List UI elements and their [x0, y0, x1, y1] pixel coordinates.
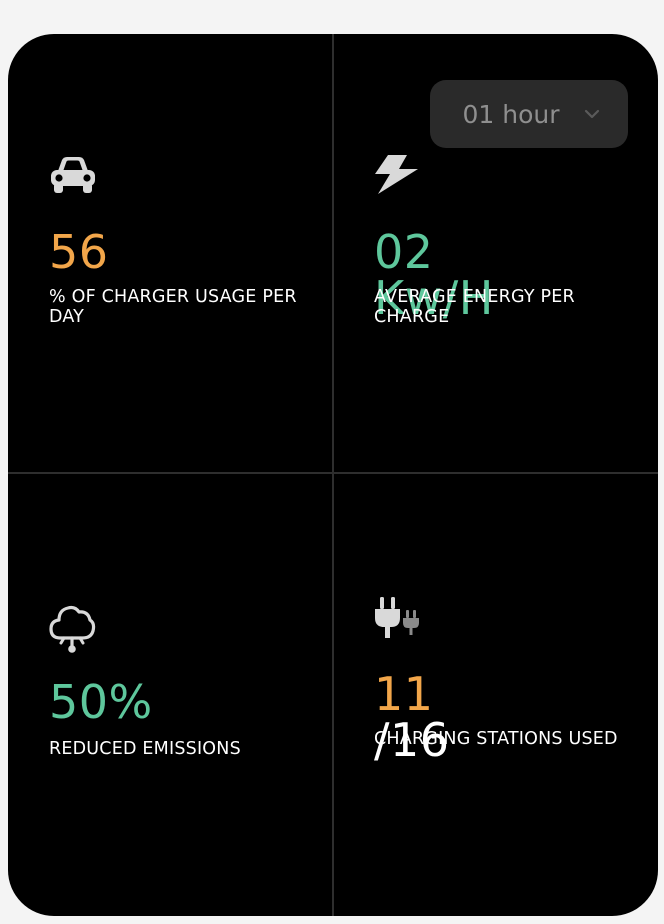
emissions-value: 50%: [49, 675, 153, 729]
stations-value: 11 /16: [374, 671, 450, 763]
horizontal-divider: [8, 472, 658, 474]
cloud-icon: [49, 605, 96, 653]
stats-card: 01 hour 56 % OF CHARGER USAGE PER DAY 02…: [8, 34, 658, 916]
time-range-value: 01 hour: [462, 99, 560, 129]
time-range-dropdown[interactable]: 01 hour: [430, 80, 628, 148]
emissions-label: REDUCED EMISSIONS: [49, 739, 241, 759]
car-icon: [51, 157, 95, 193]
chevron-down-icon: [584, 109, 599, 119]
vertical-divider: [332, 34, 334, 916]
stations-label: CHARGING STATIONS USED: [374, 729, 618, 749]
energy-label: AVERAGE ENERGY PER CHARGE: [374, 287, 575, 327]
plug-icon: [375, 597, 419, 638]
usage-value: 56: [49, 225, 109, 279]
lightning-icon: [375, 155, 418, 194]
usage-label: % OF CHARGER USAGE PER DAY: [49, 287, 297, 327]
